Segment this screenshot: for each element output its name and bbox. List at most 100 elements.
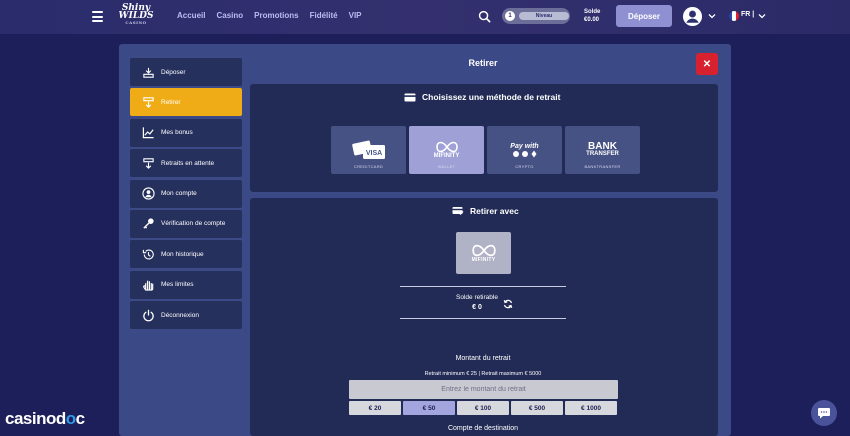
history-icon [142,249,154,260]
amount-input[interactable] [349,380,618,399]
method-sub: WALLET [437,164,456,169]
level-number: 1 [505,11,515,21]
preset-50[interactable]: € 50 [403,401,455,415]
hamburger-menu-icon[interactable] [92,11,103,22]
language-selector[interactable]: FR | [741,11,754,18]
method-list: VISA CREDITCARD MIFINITY WALLET Pay with… [331,126,640,174]
watermark-part3: c [75,409,85,428]
withdraw-icon [143,97,154,108]
chevron-down-icon[interactable] [708,12,716,20]
withdraw-panel-title-text: Retirer avec [470,206,519,216]
sidebar-item-deconnexion[interactable]: Déconnexion [130,301,242,330]
selected-method-card: MIFINITY [456,232,511,274]
sidebar-item-mon-compte[interactable]: Mon compte [130,179,242,208]
sidebar-item-label: Mon historique [161,250,204,258]
preset-100[interactable]: € 100 [457,401,509,415]
deposit-icon [143,67,154,78]
amount-limits: Retrait minimum € 25 | Retrait maximum €… [424,371,542,377]
pay-with-label: Pay with [510,142,539,150]
method-sub: CRYPTO [515,164,534,169]
hand-icon [143,281,154,291]
flag-fr-icon[interactable] [729,11,739,21]
logo-line2: WILDS [118,11,154,21]
withdraw-card-icon [452,207,464,215]
sidebar-item-retraits-en-attente[interactable]: Retraits en attente [130,149,242,178]
sidebar-item-deposer[interactable]: Déposer [130,58,242,86]
casino-logo[interactable]: Shiny WILDS CASINO [115,4,157,30]
bank-transfer-logo: BANK TRANSFER [586,142,619,158]
user-icon [142,187,155,200]
visa-text: VISA [365,150,381,157]
preset-500[interactable]: € 500 [511,401,563,415]
balance-label: Solde [584,9,601,15]
method-sub: CREDITCARD [353,164,384,169]
transfer-label: TRANSFER [586,151,619,157]
method-creditcard[interactable]: VISA CREDITCARD [331,126,406,174]
withdraw-panel-title: Retirer avec [452,206,519,216]
method-banktransfer[interactable]: BANK TRANSFER BANKTRANSFER [565,126,640,174]
watermark-o: o [65,409,76,428]
chat-button[interactable] [811,400,837,426]
sidebar-item-label: Vérification de compte [161,220,226,228]
visa-card-icon: VISA [351,140,385,159]
main-nav: Accueil Casino Promotions Fidélité VIP [177,11,362,20]
method-wallet[interactable]: MIFINITY WALLET [409,126,484,174]
divider [400,318,566,319]
method-panel-title-text: Choisissez une méthode de retrait [422,92,561,102]
withdrawable-label: Solde retirable [456,294,498,301]
deposit-button[interactable]: Déposer [616,5,672,27]
top-bar: Shiny WILDS CASINO Accueil Casino Promot… [0,0,850,34]
method-sub: BANKTRANSFER [584,164,621,169]
selected-method-label: MIFINITY [471,256,496,263]
sidebar-item-mes-limites[interactable]: Mes limites [130,270,242,299]
casinodoc-watermark: casinodoc [5,409,85,429]
nav-promotions[interactable]: Promotions [254,11,298,20]
mifinity-label: MIFINITY [433,152,460,159]
sidebar-item-mes-bonus[interactable]: Mes bonus [130,118,242,147]
mifinity-logo-icon [471,244,496,256]
refresh-icon[interactable] [503,299,513,309]
preset-20[interactable]: € 20 [349,401,401,415]
nav-casino[interactable]: Casino [216,11,243,20]
sidebar-item-label: Déconnexion [161,311,199,319]
avatar-icon[interactable] [682,6,703,27]
sidebar-item-label: Mes bonus [161,129,193,137]
divider [400,286,566,287]
nav-vip[interactable]: VIP [349,11,362,20]
balance: Solde €0.00 [584,8,600,24]
cashier-sidebar: Déposer Retirer Mes bonus Retraits en at… [130,58,242,332]
watermark-part1: casino [5,409,56,428]
sidebar-item-retirer[interactable]: Retirer [130,88,242,117]
chat-icon [818,408,830,419]
power-icon [143,309,154,322]
sidebar-item-verification[interactable]: Vérification de compte [130,209,242,238]
withdrawable-value: € 0 [472,304,482,311]
close-button[interactable]: ✕ [696,53,718,75]
key-icon [143,218,154,230]
language-chevron-icon[interactable] [758,12,766,20]
sidebar-item-label: Déposer [161,68,186,76]
sidebar-item-label: Retraits en attente [161,159,215,167]
search-icon[interactable] [478,10,491,23]
level-progress[interactable]: 1 Niveau [502,8,570,24]
sidebar-item-label: Retirer [161,98,181,106]
nav-fidelite[interactable]: Fidélité [310,11,338,20]
sidebar-item-label: Mes limites [161,281,194,289]
credit-card-icon [404,93,416,101]
amount-label: Montant du retrait [455,355,511,362]
crypto-coins-icon [512,150,536,157]
pending-withdraw-icon [143,157,154,169]
nav-accueil[interactable]: Accueil [177,11,205,20]
mifinity-logo-icon [435,141,458,152]
balance-value: €0.00 [584,17,600,23]
method-panel-title: Choisissez une méthode de retrait [404,92,560,102]
destination-label: Compte de destination [447,425,519,432]
chart-icon [142,127,154,139]
sidebar-item-label: Mon compte [161,190,197,198]
modal-title: Retirer [468,58,498,68]
sidebar-item-mon-historique[interactable]: Mon historique [130,240,242,269]
preset-1000[interactable]: € 1000 [565,401,617,415]
watermark-part2: d [55,409,66,428]
level-label: Niveau [519,12,569,20]
method-crypto[interactable]: Pay with CRYPTO [487,126,562,174]
